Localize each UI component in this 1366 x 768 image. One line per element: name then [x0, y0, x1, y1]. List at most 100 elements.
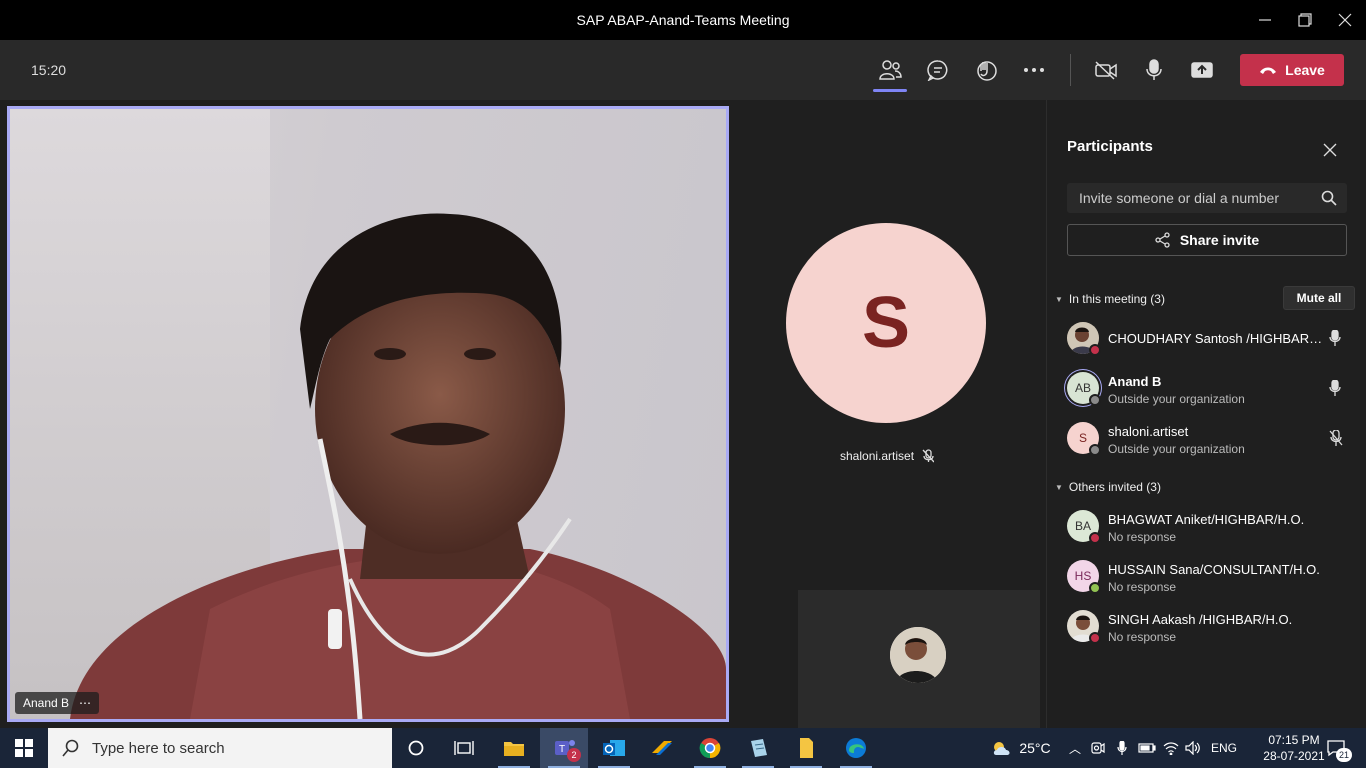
participants-panel: Participants Share invite ▼ In this meet…: [1046, 100, 1366, 728]
participant-subtitle: Outside your organization: [1108, 392, 1245, 406]
in-meeting-label: In this meeting (3): [1068, 292, 1165, 306]
participant-row[interactable]: S shaloni.artiset Outside your organizat…: [1067, 416, 1357, 460]
participant-name: shaloni.artiset: [1108, 424, 1189, 439]
sap-logon-button[interactable]: [638, 728, 686, 768]
search-icon[interactable]: [1321, 190, 1337, 206]
leave-label: Leave: [1285, 62, 1325, 78]
participant-name: SINGH Aakash /HIGHBAR/H.O.: [1108, 612, 1293, 627]
mute-all-button[interactable]: Mute all: [1283, 286, 1355, 310]
share-invite-button[interactable]: Share invite: [1067, 224, 1347, 256]
battery-tray-icon[interactable]: [1136, 728, 1158, 768]
main-video-tile[interactable]: Anand B ⋯: [7, 106, 729, 722]
outlook-taskbar-button[interactable]: [590, 728, 638, 768]
meeting-timer: 15:20: [31, 62, 67, 78]
task-view-button[interactable]: [440, 728, 488, 768]
status-busy-icon: [1089, 344, 1101, 356]
people-icon: [879, 60, 902, 80]
cortana-button[interactable]: [392, 728, 440, 768]
toolbar-divider: [1070, 54, 1071, 86]
participant-row[interactable]: CHOUDHARY Santosh /HIGHBAR/H.O.: [1067, 316, 1357, 360]
window-title: SAP ABAP-Anand-Teams Meeting: [576, 12, 790, 28]
leave-button[interactable]: Leave: [1240, 54, 1344, 86]
more-actions-button[interactable]: [1014, 50, 1054, 90]
show-participants-button[interactable]: [870, 50, 910, 92]
microphone-icon: [1117, 741, 1127, 755]
participant-row[interactable]: AB Anand B Outside your organization: [1067, 366, 1357, 410]
hang-up-icon: [1260, 67, 1277, 74]
file-manager-button[interactable]: [782, 728, 830, 768]
microphone-tray-icon[interactable]: [1112, 728, 1132, 768]
title-bar: SAP ABAP-Anand-Teams Meeting: [0, 0, 1366, 40]
participant-name: HUSSAIN Sana/CONSULTANT/H.O.: [1108, 562, 1320, 577]
camera-toggle-button[interactable]: [1086, 50, 1126, 90]
start-button[interactable]: [0, 728, 48, 768]
camera-tray-icon[interactable]: [1088, 728, 1108, 768]
speaker-icon: [1185, 741, 1200, 755]
close-panel-button[interactable]: [1320, 140, 1340, 160]
others-invited-label: Others invited (3): [1068, 480, 1161, 494]
self-preview-tile[interactable]: [798, 590, 1040, 728]
video-participant-name: Anand B: [23, 696, 70, 710]
taskbar-search-input[interactable]: [92, 739, 372, 757]
participant-subtitle: No response: [1108, 630, 1177, 644]
participant-name: BHAGWAT Aniket/HIGHBAR/H.O.: [1108, 512, 1305, 527]
status-busy-icon: [1089, 632, 1101, 644]
mic-toggle-button[interactable]: [1134, 50, 1174, 90]
volume-tray-icon[interactable]: [1182, 728, 1204, 768]
camera-off-icon: [1095, 61, 1117, 80]
more-icon: [1024, 68, 1044, 72]
video-name-chip[interactable]: Anand B ⋯: [15, 692, 100, 714]
teams-taskbar-button[interactable]: T 2: [540, 728, 588, 768]
invited-row[interactable]: HS HUSSAIN Sana/CONSULTANT/H.O. No respo…: [1067, 554, 1357, 598]
microphone-icon[interactable]: [1329, 380, 1341, 396]
windows-logo-icon: [15, 739, 33, 757]
self-avatar-photo: [890, 627, 946, 683]
weather-widget[interactable]: 25°C: [986, 728, 1056, 768]
meeting-stage: Anand B ⋯ S shaloni.artiset: [0, 100, 1046, 728]
participant-avatar-tile[interactable]: S: [786, 223, 986, 423]
notification-count-badge: 21: [1336, 748, 1352, 762]
action-center-button[interactable]: 21: [1316, 728, 1356, 768]
invite-search: [1067, 183, 1347, 213]
invite-search-input[interactable]: [1067, 183, 1317, 213]
raise-hand-icon: [977, 61, 997, 81]
participant-subtitle: No response: [1108, 530, 1177, 544]
share-icon: [1155, 232, 1170, 248]
mic-off-icon[interactable]: [1329, 430, 1343, 446]
microphone-icon[interactable]: [1329, 330, 1341, 346]
invited-row[interactable]: BA BHAGWAT Aniket/HIGHBAR/H.O. No respon…: [1067, 504, 1357, 548]
close-window-button[interactable]: [1322, 0, 1366, 40]
input-language-button[interactable]: ENG: [1208, 728, 1240, 768]
participant-name: CHOUDHARY Santosh /HIGHBAR/H.O.: [1108, 331, 1323, 346]
others-section-toggle[interactable]: ▼ Others invited (3): [1055, 480, 1161, 494]
edge-taskbar-button[interactable]: [832, 728, 880, 768]
weather-temperature: 25°C: [1019, 740, 1051, 756]
close-icon: [1323, 143, 1337, 157]
minimize-icon: [1259, 19, 1271, 21]
status-available-icon: [1089, 582, 1101, 594]
reactions-button[interactable]: [966, 50, 1006, 90]
share-tray-icon: [1191, 62, 1213, 78]
invited-row[interactable]: SINGH Aakash /HIGHBAR/H.O. No response: [1067, 604, 1357, 648]
self-avatar: [890, 627, 946, 683]
share-invite-label: Share invite: [1179, 232, 1260, 248]
participant-tile-name: shaloni.artiset: [840, 449, 915, 463]
share-screen-button[interactable]: [1182, 50, 1222, 90]
show-chat-button[interactable]: [918, 50, 958, 90]
edge-icon: [846, 738, 866, 758]
weather-cloud-icon: [994, 742, 1010, 755]
in-meeting-section-toggle[interactable]: ▼ In this meeting (3): [1055, 292, 1165, 306]
show-hidden-icons-button[interactable]: ︿: [1066, 728, 1084, 768]
chat-icon: [927, 60, 948, 81]
chrome-taskbar-button[interactable]: [686, 728, 734, 768]
file-explorer-button[interactable]: [490, 728, 538, 768]
network-tray-icon[interactable]: [1160, 728, 1182, 768]
taskbar-search: [48, 728, 392, 768]
participant-video-feed: [70, 213, 726, 719]
microphone-icon: [1146, 59, 1162, 80]
more-icon[interactable]: ⋯: [79, 692, 91, 714]
participant-subtitle: No response: [1108, 580, 1177, 594]
battery-icon: [1138, 743, 1156, 753]
notepad-taskbar-button[interactable]: [734, 728, 782, 768]
notepad-icon: [751, 739, 767, 757]
